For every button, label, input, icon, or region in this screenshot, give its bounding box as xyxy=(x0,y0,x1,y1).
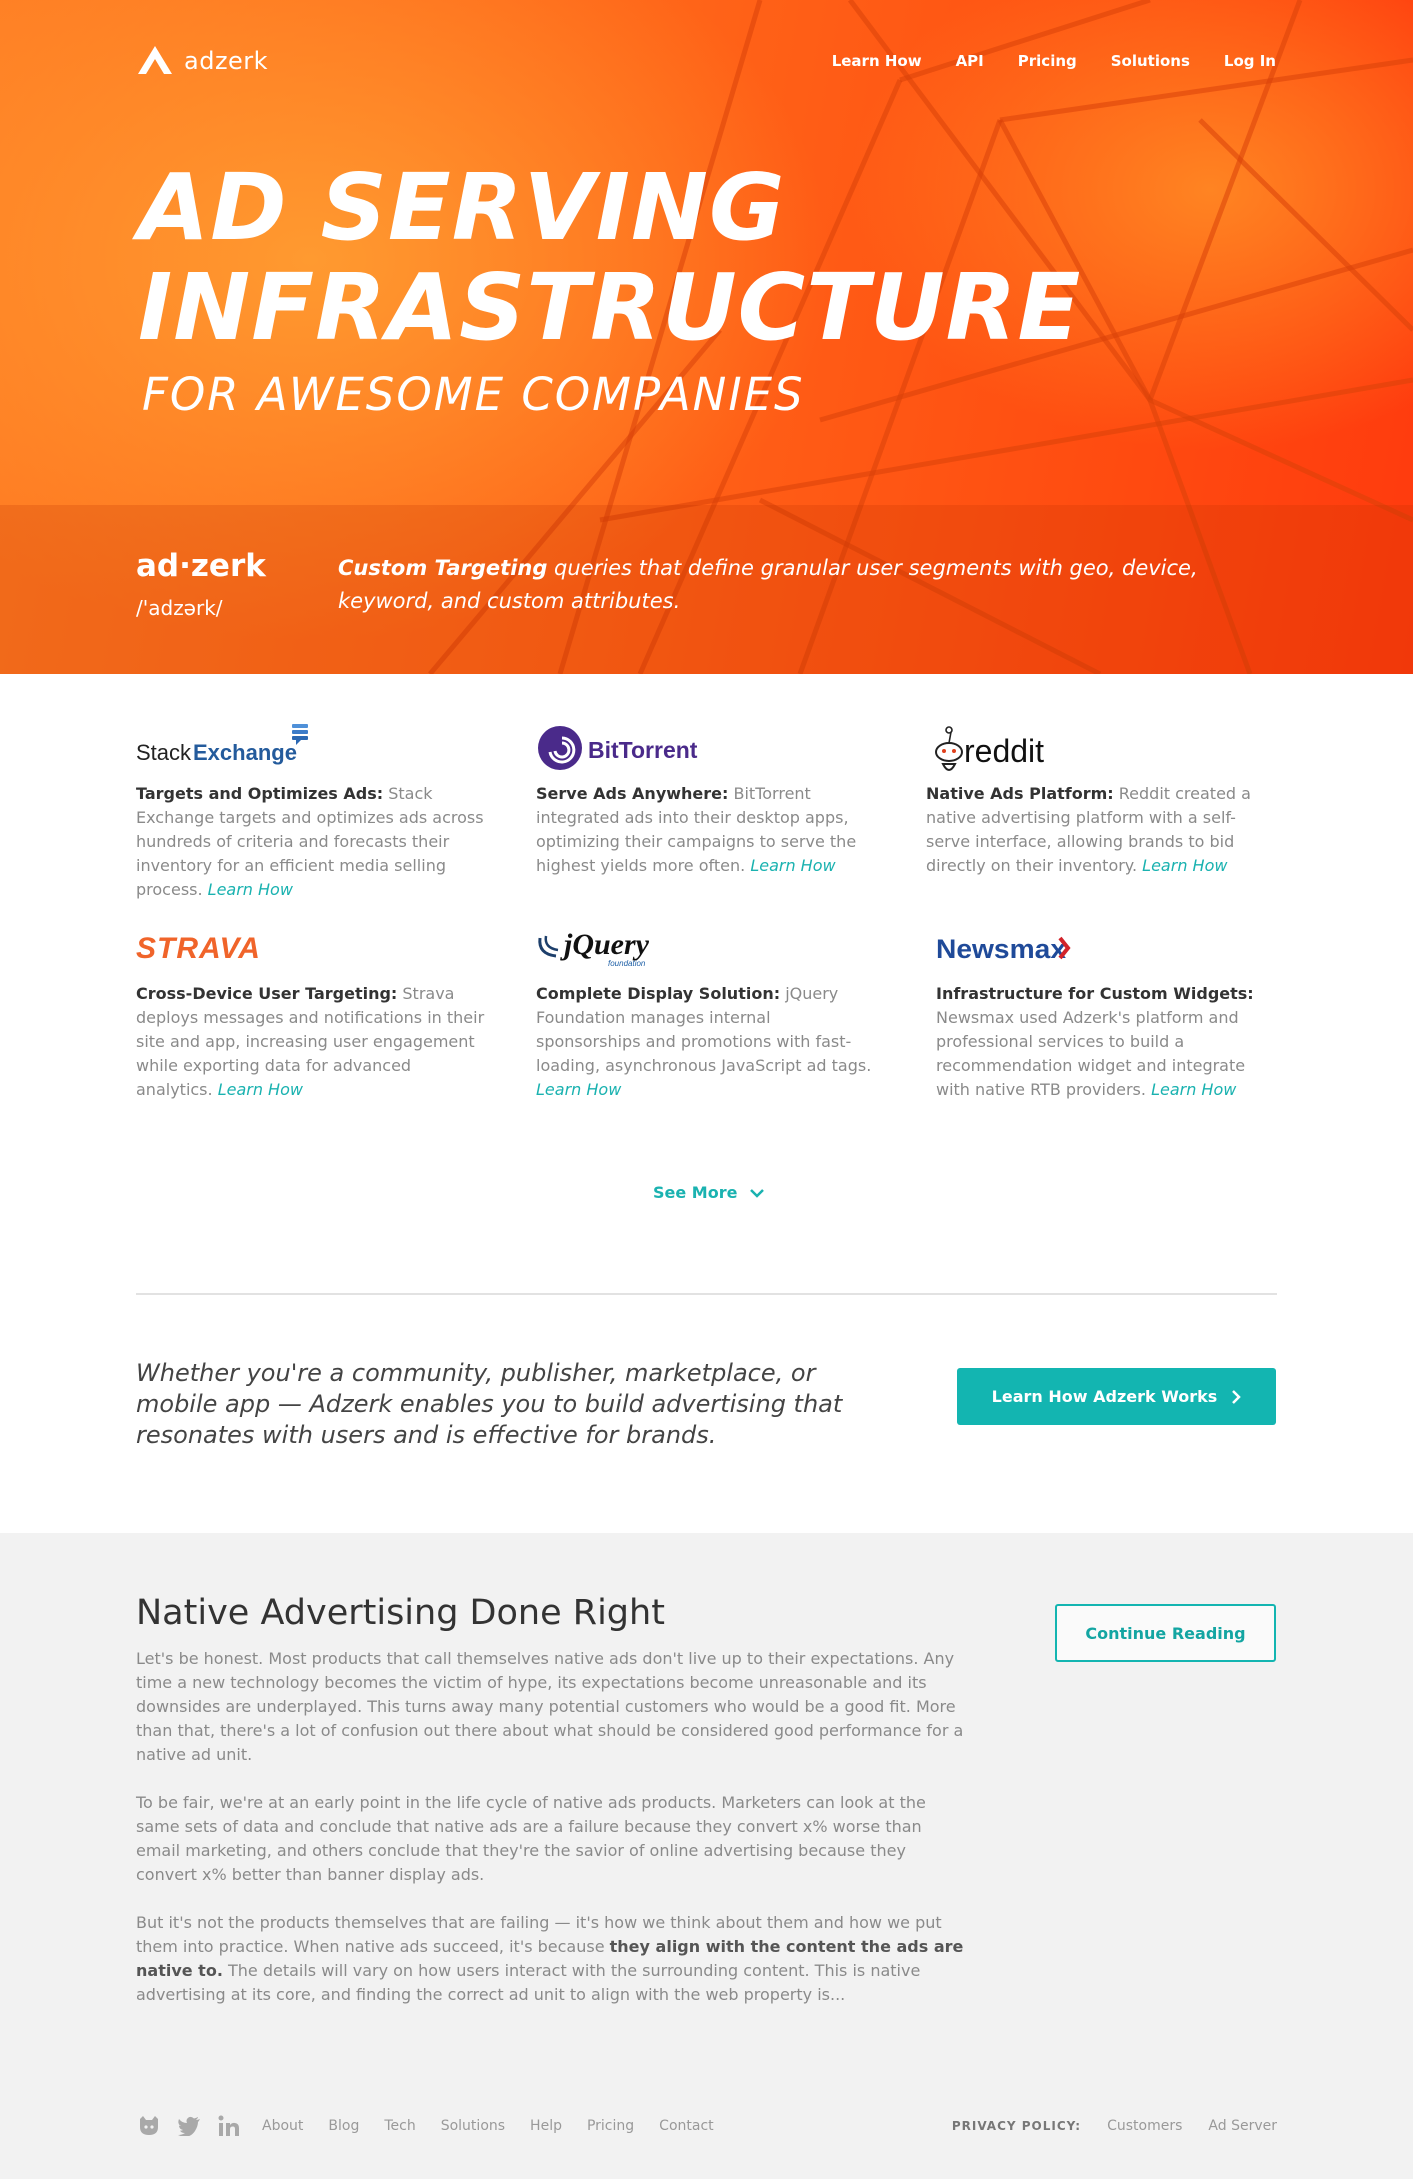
pitch-text: Whether you're a community, publisher, m… xyxy=(136,1359,843,1449)
svg-text:STRAVA: STRAVA xyxy=(136,932,261,965)
footer-links: About Blog Tech Solutions Help Pricing C… xyxy=(262,2118,714,2134)
case-title: Targets and Optimizes Ads: xyxy=(136,784,384,803)
blog-paragraph-3: But it's not the products themselves tha… xyxy=(136,1911,966,2007)
privacy-link-ad-server[interactable]: Ad Server xyxy=(1208,2118,1277,2134)
svg-text:Newsmax: Newsmax xyxy=(936,934,1066,964)
case-text: Complete Display Solution: jQuery Founda… xyxy=(536,982,876,1102)
case-stackexchange: Stack Exchange Targets and Optimizes Ads… xyxy=(136,722,486,902)
svg-text:foundation: foundation xyxy=(608,959,646,968)
case-reddit: reddit Native Ads Platform: Reddit creat… xyxy=(926,722,1276,878)
blog-paragraph-1: Let's be honest. Most products that call… xyxy=(136,1649,964,1764)
blog-title: Native Advertising Done Right xyxy=(136,1593,665,1633)
nav-pricing[interactable]: Pricing xyxy=(1018,52,1077,70)
footer: About Blog Tech Solutions Help Pricing C… xyxy=(136,2111,1277,2141)
case-strava: STRAVA Cross-Device User Targeting: Stra… xyxy=(136,922,486,1102)
twitter-icon[interactable] xyxy=(176,2113,202,2139)
privacy-link-customers[interactable]: Customers xyxy=(1107,2118,1182,2134)
learn-how-link[interactable]: Learn How xyxy=(750,856,835,875)
learn-how-adzerk-works-button[interactable]: Learn How Adzerk Works xyxy=(957,1368,1276,1425)
see-more-button[interactable]: See More xyxy=(653,1183,765,1202)
section-divider xyxy=(136,1293,1277,1295)
github-icon-glyph xyxy=(140,2116,158,2135)
reddit-logo[interactable]: reddit xyxy=(926,722,1276,782)
stackexchange-logo-icon: Stack Exchange xyxy=(136,724,308,765)
reddit-alien-icon: reddit xyxy=(935,726,1044,771)
case-text: Native Ads Platform: Reddit created a na… xyxy=(926,782,1276,878)
definition-pronunciation: /'adzərk/ xyxy=(136,596,223,620)
jquery-logo[interactable]: jQuery foundation xyxy=(536,922,876,982)
footer-link-solutions[interactable]: Solutions xyxy=(441,2118,505,2134)
hero: adzerk Learn How API Pricing Solutions L… xyxy=(0,0,1413,674)
case-newsmax: Newsmax Infrastructure for Custom Widget… xyxy=(936,922,1276,1102)
nav-solutions[interactable]: Solutions xyxy=(1111,52,1190,70)
stackexchange-logo[interactable]: Stack Exchange xyxy=(136,722,486,782)
learn-how-link[interactable]: Learn How xyxy=(218,1080,303,1099)
nav-log-in[interactable]: Log In xyxy=(1224,52,1276,70)
adzerk-logo-icon xyxy=(138,46,172,74)
definition-word: ad·zerk xyxy=(136,548,266,584)
bittorrent-logo[interactable]: BitTorrent xyxy=(536,722,876,782)
case-text: Cross-Device User Targeting: Strava depl… xyxy=(136,982,486,1102)
logo[interactable]: adzerk xyxy=(136,44,268,78)
definition-tagline: Custom Targeting queries that define gra… xyxy=(338,552,1258,618)
blog-paragraph-2: To be fair, we're at an early point in t… xyxy=(136,1793,926,1884)
see-more-label: See More xyxy=(653,1183,738,1202)
case-title: Complete Display Solution: xyxy=(536,984,781,1003)
case-bittorrent: BitTorrent Serve Ads Anywhere: BitTorren… xyxy=(536,722,876,878)
twitter-icon-glyph xyxy=(178,2116,200,2136)
case-jquery: jQuery foundation Complete Display Solut… xyxy=(536,922,876,1102)
chevron-right-icon xyxy=(1232,1389,1242,1404)
hero-headline: AD SERVING INFRASTRUCTURE xyxy=(138,158,1081,358)
case-text: Infrastructure for Custom Widgets: Newsm… xyxy=(936,982,1276,1102)
learn-how-button-label: Learn How Adzerk Works xyxy=(991,1387,1218,1406)
footer-link-help[interactable]: Help xyxy=(530,2118,562,2134)
privacy-policy: PRIVACY POLICY: Customers Ad Server xyxy=(952,2118,1277,2134)
case-title: Serve Ads Anywhere: xyxy=(536,784,729,803)
svg-text:BitTorrent: BitTorrent xyxy=(588,737,698,763)
continue-reading-button[interactable]: Continue Reading xyxy=(1055,1604,1276,1662)
strava-logo-icon: STRAVA xyxy=(136,932,261,965)
github-icon[interactable] xyxy=(136,2113,162,2139)
blog-body: Let's be honest. Most products that call… xyxy=(136,1647,966,2031)
tagline-bold: Custom Targeting xyxy=(338,556,548,580)
svg-text:Stack: Stack xyxy=(136,740,192,765)
linkedin-icon[interactable] xyxy=(216,2113,242,2139)
case-title: Infrastructure for Custom Widgets: xyxy=(936,984,1254,1003)
hero-subtitle: FOR AWESOME COMPANIES xyxy=(142,368,805,421)
case-text: Targets and Optimizes Ads: Stack Exchang… xyxy=(136,782,486,902)
footer-link-pricing[interactable]: Pricing xyxy=(587,2118,634,2134)
jquery-logo-icon: jQuery foundation xyxy=(538,928,650,968)
svg-text:jQuery: jQuery xyxy=(560,928,650,961)
blog-section: Native Advertising Done Right Let's be h… xyxy=(0,1533,1413,2179)
svg-text:Exchange: Exchange xyxy=(193,740,297,765)
top-nav: adzerk Learn How API Pricing Solutions L… xyxy=(136,40,1276,84)
chevron-down-icon xyxy=(750,1188,765,1198)
footer-link-blog[interactable]: Blog xyxy=(328,2118,359,2134)
newsmax-logo-icon: Newsmax xyxy=(936,934,1071,964)
footer-link-contact[interactable]: Contact xyxy=(659,2118,713,2134)
footer-link-tech[interactable]: Tech xyxy=(384,2118,415,2134)
logo-text: adzerk xyxy=(184,47,269,75)
newsmax-logo[interactable]: Newsmax xyxy=(936,922,1276,982)
footer-link-about[interactable]: About xyxy=(262,2118,303,2134)
privacy-policy-label: PRIVACY POLICY: xyxy=(951,2119,1082,2133)
hero-headline-line2: INFRASTRUCTURE xyxy=(138,254,1082,361)
hero-headline-line1: AD SERVING xyxy=(138,154,786,261)
learn-how-link[interactable]: Learn How xyxy=(1151,1080,1236,1099)
learn-how-link[interactable]: Learn How xyxy=(536,1080,621,1099)
nav-api[interactable]: API xyxy=(956,52,984,70)
nav-learn-how[interactable]: Learn How xyxy=(832,52,922,70)
strava-logo[interactable]: STRAVA xyxy=(136,922,486,982)
bittorrent-logo-icon: BitTorrent xyxy=(538,726,698,770)
case-title: Cross-Device User Targeting: xyxy=(136,984,398,1003)
blog-p3-end: The details will vary on how users inter… xyxy=(136,1961,921,2004)
linkedin-icon-glyph xyxy=(218,2115,239,2136)
case-text: Serve Ads Anywhere: BitTorrent integrate… xyxy=(536,782,876,878)
svg-text:reddit: reddit xyxy=(964,733,1044,769)
learn-how-link[interactable]: Learn How xyxy=(208,880,293,899)
case-title: Native Ads Platform: xyxy=(926,784,1114,803)
learn-how-link[interactable]: Learn How xyxy=(1142,856,1227,875)
main-menu: Learn How API Pricing Solutions Log In xyxy=(832,52,1276,70)
